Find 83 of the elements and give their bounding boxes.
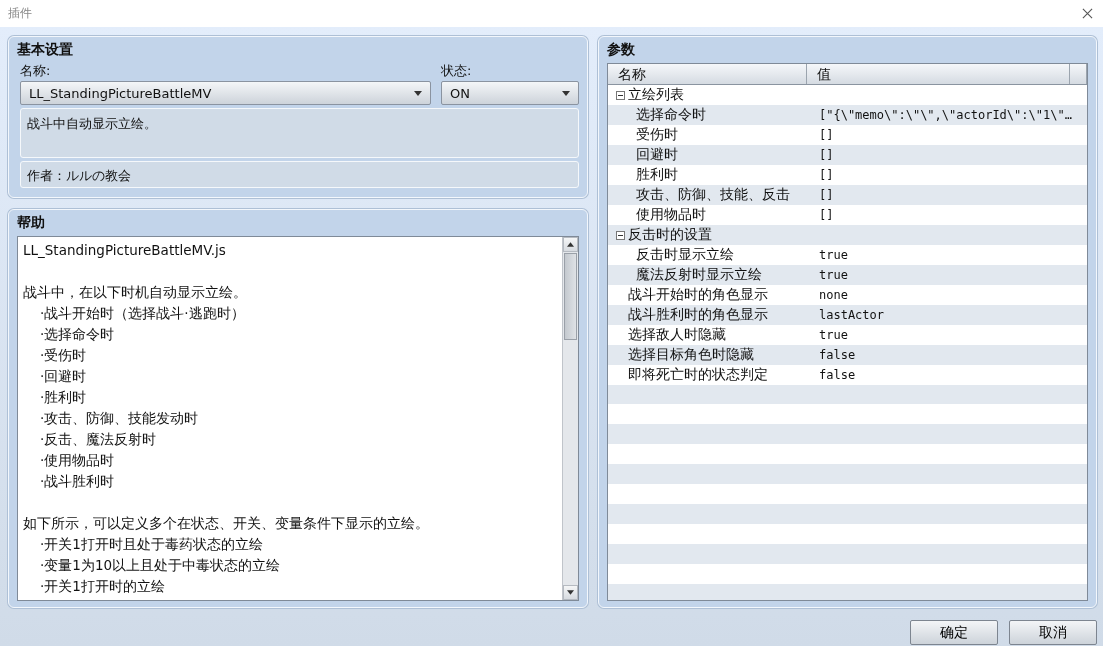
caret-icon: [414, 90, 422, 96]
parameter-value: none: [819, 288, 848, 302]
parameter-name: 选择目标角色时隐藏: [628, 346, 754, 364]
help-line: 战斗中，在以下时机自动显示立绘。: [23, 283, 248, 302]
bullet-line: ·战斗开始时（选择战斗·逃跑时）: [39, 304, 246, 323]
help-line: LL_StandingPictureBattleMV.js: [23, 241, 227, 260]
bullet-line: ·开关1打开时且处于毒药状态的立绘: [39, 535, 264, 554]
description-box: 战斗中自动显示立绘。: [20, 108, 579, 158]
panel-title: 参数: [607, 40, 636, 59]
parameter-name: 战斗开始时的角色显示: [628, 286, 768, 304]
bullet-line: ·开关1打开时的立绘: [39, 577, 166, 596]
parameter-value: ["{\"memo\":\"\",\"actorId\":\"1\"…: [819, 108, 1072, 122]
parameter-row[interactable]: 反击时的设置: [608, 225, 1087, 245]
parameter-row[interactable]: 胜利时 []: [608, 165, 1087, 185]
parameter-name: 战斗胜利时的角色显示: [628, 306, 768, 324]
panel-title: 基本设置: [17, 40, 74, 59]
status-dropdown[interactable]: ON: [441, 81, 579, 105]
parameter-value: true: [819, 268, 848, 282]
parameter-name: 胜利时: [636, 166, 678, 184]
column-header[interactable]: 值: [807, 64, 1070, 84]
author-box: 作者：ルルの教会: [20, 161, 579, 188]
scroll-up-button[interactable]: [563, 237, 578, 252]
down-arrow-icon: [567, 590, 574, 595]
parameter-name: 反击时的设置: [628, 226, 712, 244]
bullet-line: ·使用物品时: [39, 451, 116, 470]
parameter-value: true: [819, 328, 848, 342]
parameter-name: 即将死亡时的状态判定: [628, 366, 768, 384]
parameter-row[interactable]: 攻击、防御、技能、反击 []: [608, 185, 1087, 205]
collapse-icon[interactable]: [616, 90, 625, 100]
status-label: 状态:: [441, 62, 473, 80]
panel-title: 帮助: [17, 213, 46, 232]
parameter-row[interactable]: 选择目标角色时隐藏 false: [608, 345, 1087, 365]
up-arrow-icon: [567, 242, 574, 247]
parameter-name: 选择命令时: [636, 106, 706, 124]
parameter-value: lastActor: [819, 308, 885, 322]
parameter-value: []: [819, 128, 834, 142]
name-dropdown[interactable]: LL_StandingPictureBattleMV: [20, 81, 431, 105]
help-line: 如下所示，可以定义多个在状态、开关、变量条件下显示的立绘。: [23, 514, 430, 533]
parameter-value: []: [819, 208, 834, 222]
parameter-value: []: [819, 168, 834, 182]
parameter-row[interactable]: 选择命令时 ["{\"memo\":\"\",\"actorId\":\"1\"…: [608, 105, 1087, 125]
parameter-row[interactable]: 立绘列表: [608, 85, 1087, 105]
close-icon[interactable]: [1082, 8, 1093, 19]
bullet-line: ·反击、魔法反射时: [39, 430, 158, 449]
parameter-row[interactable]: 回避时 []: [608, 145, 1087, 165]
window-title: 插件: [8, 5, 32, 22]
bullet-line: ·变量1为10以上且处于中毒状态的立绘: [39, 556, 282, 575]
parameter-row[interactable]: 战斗胜利时的角色显示 lastActor: [608, 305, 1087, 325]
parameter-name: 选择敌人时隐藏: [628, 326, 726, 344]
parameter-name: 受伤时: [636, 126, 678, 144]
parameter-row[interactable]: 即将死亡时的状态判定 false: [608, 365, 1087, 385]
parameter-name: 魔法反射时显示立绘: [636, 266, 762, 284]
bullet-line: ·受伤时: [39, 346, 88, 365]
parameter-name: 攻击、防御、技能、反击: [636, 186, 790, 204]
parameter-name: 立绘列表: [628, 86, 684, 104]
parameter-value: []: [819, 188, 834, 202]
bullet-line: ·回避时: [39, 367, 88, 386]
parameter-name: 反击时显示立绘: [636, 246, 734, 264]
bullet-line: ·攻击、防御、技能发动时: [39, 409, 200, 428]
collapse-icon[interactable]: [616, 230, 625, 240]
parameter-value: false: [819, 348, 856, 362]
parameter-value: []: [819, 148, 834, 162]
bullet-line: ·胜利时: [39, 388, 88, 407]
parameter-name: 使用物品时: [636, 206, 706, 224]
bullet-line: ·选择命令时: [39, 325, 116, 344]
scroll-thumb[interactable]: [564, 253, 577, 340]
column-header[interactable]: 名称: [608, 64, 807, 84]
dialog-button[interactable]: 确定: [910, 620, 998, 645]
name-label: 名称:: [20, 62, 52, 80]
parameter-value: true: [819, 248, 848, 262]
parameter-value: false: [819, 368, 856, 382]
caret-icon: [562, 90, 570, 96]
parameter-row[interactable]: 选择敌人时隐藏 true: [608, 325, 1087, 345]
parameter-row[interactable]: 反击时显示立绘 true: [608, 245, 1087, 265]
parameter-row[interactable]: 魔法反射时显示立绘 true: [608, 265, 1087, 285]
bullet-line: ·战斗胜利时: [39, 472, 116, 491]
parameter-row[interactable]: 使用物品时 []: [608, 205, 1087, 225]
parameter-row[interactable]: 战斗开始时的角色显示 none: [608, 285, 1087, 305]
parameter-row[interactable]: 受伤时 []: [608, 125, 1087, 145]
scroll-down-button[interactable]: [563, 585, 578, 600]
parameter-name: 回避时: [636, 146, 678, 164]
dialog-button[interactable]: 取消: [1009, 620, 1097, 645]
scrollbar[interactable]: [562, 237, 578, 600]
